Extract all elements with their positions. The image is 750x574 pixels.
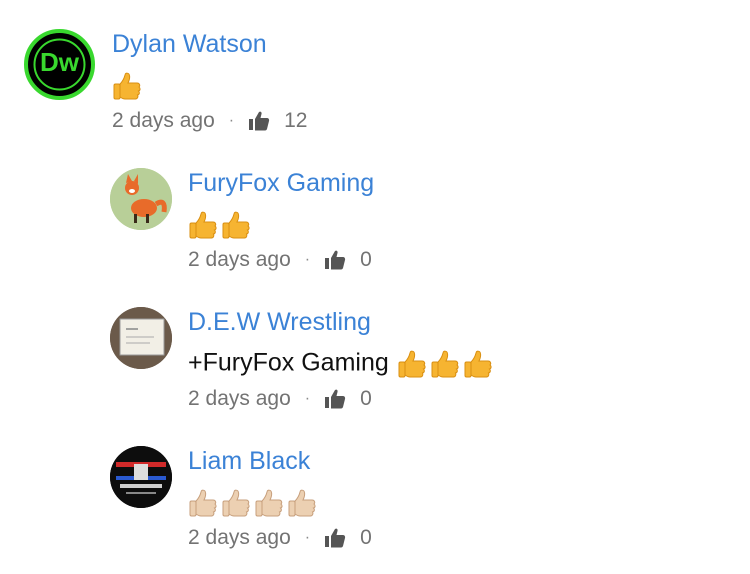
poster-image-icon — [110, 446, 172, 508]
comment-timestamp: 2 days ago — [188, 526, 291, 549]
comment-text — [188, 487, 320, 519]
comment-meta: 2 days ago · 0 — [188, 526, 372, 550]
separator-dot: · — [304, 529, 311, 546]
like-count: 0 — [360, 526, 372, 549]
thumbs-up-emoji-icon — [254, 487, 284, 519]
avatar[interactable] — [110, 446, 172, 508]
thumbs-up-emoji-icon — [221, 487, 251, 519]
comment-author[interactable]: Liam Black — [188, 447, 310, 476]
thumbs-up-emoji-icon — [188, 487, 218, 519]
comment-reply: Liam Black 2 days ago · 0 — [0, 0, 750, 570]
thumbs-up-emoji-icon — [287, 487, 317, 519]
emoji-group — [188, 488, 320, 516]
thumbs-up-icon[interactable] — [324, 527, 346, 549]
